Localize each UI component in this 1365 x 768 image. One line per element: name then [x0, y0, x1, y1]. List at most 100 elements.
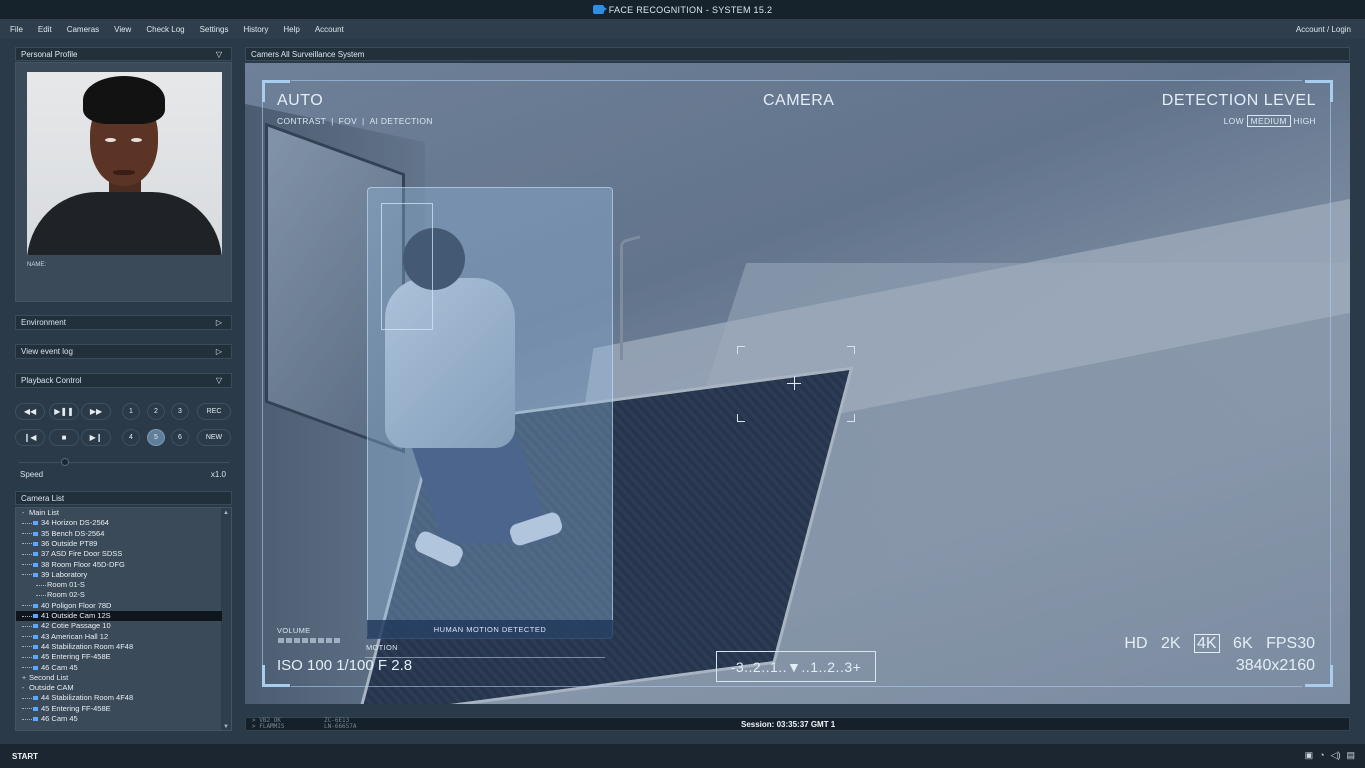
camera-list-item[interactable]: 42 Cotie Passage 10 — [16, 621, 222, 631]
status-codes-left: > VB2_OK > FLAMMIS — [252, 717, 285, 730]
exposure-scale[interactable]: -3..2..1..▼..1..2..3+ — [716, 651, 876, 682]
camera-list-scrollbar[interactable]: ▲ ▼ — [221, 508, 231, 730]
res-hd[interactable]: HD — [1124, 635, 1147, 652]
tree-connector — [22, 533, 32, 535]
menu-view[interactable]: View — [109, 25, 136, 34]
volume-meter — [278, 638, 340, 643]
fast-forward-button[interactable]: ▶▶ — [81, 403, 111, 420]
status-codes-right: ZC-6E13 LN-66657A — [324, 717, 357, 730]
speed-slider-handle[interactable] — [61, 458, 69, 466]
camera-list-item[interactable]: 44 Stabilization Room 4F48 — [16, 642, 222, 652]
taskbar: START ▣ ◔ ◁) ▤ — [0, 744, 1365, 768]
preset-4-button[interactable]: 4 — [122, 429, 140, 446]
tree-connector — [36, 594, 46, 596]
camera-list-item[interactable]: 37 ASD Fire Door SDSS — [16, 549, 222, 559]
menu-account[interactable]: Account — [310, 25, 349, 34]
tree-connector — [22, 553, 32, 555]
camera-list-item-label: 44 Stabilization Room 4F48 — [41, 693, 134, 703]
camera-list-item-label: Main List — [29, 508, 60, 517]
notification-icon[interactable]: ▤ — [1346, 750, 1355, 761]
tree-group[interactable]: - Main List — [16, 508, 222, 518]
menu-edit[interactable]: Edit — [33, 25, 57, 34]
start-button[interactable]: START — [12, 752, 38, 761]
stop-button[interactable]: ■ — [49, 429, 79, 446]
camera-list-item-label: 40 Poligon Floor 78D — [41, 600, 112, 610]
menu-settings[interactable]: Settings — [195, 25, 234, 34]
camera-list-item[interactable]: 45 Entering FF-458E — [16, 652, 222, 662]
menu-check-log[interactable]: Check Log — [141, 25, 189, 34]
camera-list-item[interactable]: 45 Entering FF-458E — [16, 704, 222, 714]
res-2k[interactable]: 2K — [1161, 635, 1181, 652]
camera-list-item[interactable]: 46 Cam 45 — [16, 663, 222, 673]
preset-6-button[interactable]: 6 — [171, 429, 189, 446]
volume-icon[interactable]: ◁) — [1331, 750, 1341, 761]
fov-option[interactable]: FOV — [339, 116, 357, 126]
menu-history[interactable]: History — [239, 25, 274, 34]
camera-list-item[interactable]: 35 Bench DS-2564 — [16, 529, 222, 539]
event-log-section[interactable]: View event log ▷ — [15, 344, 232, 359]
menu-file[interactable]: File — [5, 25, 28, 34]
environment-section[interactable]: Environment ▷ — [15, 315, 232, 330]
tree-group[interactable]: - Outside CAM — [16, 683, 222, 693]
auto-mode-label[interactable]: AUTO — [277, 92, 323, 110]
camera-list-item[interactable]: 40 Poligon Floor 78D — [16, 601, 222, 611]
skip-forward-icon: ▶❙ — [89, 433, 103, 442]
tree-connector — [22, 605, 32, 607]
camera-tray-icon[interactable]: ▣ — [1305, 750, 1314, 761]
expand-triangle-icon[interactable]: ▷ — [216, 318, 222, 327]
status-bar: > VB2_OK > FLAMMIS ZC-6E13 LN-66657A Ses… — [245, 717, 1350, 731]
exposure-settings: ISO 100 1/100 F 2.8 — [277, 657, 413, 674]
camera-list-item[interactable]: 36 Outside PT89 — [16, 539, 222, 549]
camera-list-item[interactable]: 38 Room Floor 45D-DFG — [16, 560, 222, 570]
camera-icon — [33, 665, 38, 670]
camera-list-item[interactable]: 44 Stabilization Room 4F48 — [16, 693, 222, 703]
personal-profile-header[interactable]: Personal Profile ▽ — [15, 47, 232, 61]
camera-list-item[interactable]: 34 Horizon DS-2564 — [16, 518, 222, 528]
camera-icon — [33, 696, 38, 701]
menu-help[interactable]: Help — [278, 25, 304, 34]
skip-back-button[interactable]: ❙◀ — [15, 429, 45, 446]
res-fps30[interactable]: FPS30 — [1266, 635, 1315, 652]
preset-2-button[interactable]: 2 — [147, 403, 165, 420]
preset-3-button[interactable]: 3 — [171, 403, 189, 420]
scroll-down-icon[interactable]: ▼ — [223, 724, 229, 730]
wifi-icon[interactable]: ◔ — [1319, 750, 1324, 761]
collapse-triangle-icon[interactable]: ▽ — [216, 50, 222, 59]
tree-group[interactable]: + Second List — [16, 673, 222, 683]
contrast-option[interactable]: CONTRAST — [277, 116, 326, 126]
preset-1-button[interactable]: 1 — [122, 403, 140, 420]
speed-slider-track[interactable] — [19, 462, 229, 463]
playback-control-section[interactable]: Playback Control ▽ — [15, 373, 232, 388]
collapse-triangle-icon[interactable]: ▽ — [216, 376, 222, 385]
detection-level-options: LOW MEDIUM HIGH — [1224, 115, 1316, 127]
rewind-button[interactable]: ◀◀ — [15, 403, 45, 420]
focus-crosshair — [737, 346, 855, 422]
menu-cameras[interactable]: Cameras — [62, 25, 104, 34]
event-log-label: View event log — [21, 347, 73, 356]
scroll-up-icon[interactable]: ▲ — [223, 510, 229, 516]
tree-subitem[interactable]: Room 01-S — [16, 580, 222, 590]
preset-5-button[interactable]: 5 — [147, 429, 165, 446]
res-4k[interactable]: 4K — [1194, 634, 1220, 653]
camera-list-item[interactable]: 39 Laboratory — [16, 570, 222, 580]
res-6k[interactable]: 6K — [1233, 635, 1253, 652]
camera-list-item-label: 44 Stabilization Room 4F48 — [41, 641, 134, 651]
camera-icon — [33, 572, 38, 577]
ai-detection-option[interactable]: AI DETECTION — [370, 116, 433, 126]
skip-forward-button[interactable]: ▶❙ — [81, 429, 111, 446]
account-login-link[interactable]: Account / Login — [1296, 25, 1351, 34]
camera-list-item[interactable]: 43 American Hall 12 — [16, 632, 222, 642]
level-high[interactable]: HIGH — [1294, 116, 1316, 126]
resolution-size: 3840x2160 — [1235, 657, 1315, 674]
tree-subitem[interactable]: Room 02-S — [16, 590, 222, 600]
level-medium[interactable]: MEDIUM — [1246, 115, 1291, 127]
level-low[interactable]: LOW — [1224, 116, 1244, 126]
play-pause-button[interactable]: ▶❚❚ — [49, 403, 79, 420]
expand-triangle-icon[interactable]: ▷ — [216, 347, 222, 356]
window-title-bar: FACE RECOGNITION - SYSTEM 15.2 — [0, 0, 1365, 19]
camera-feed-viewport[interactable]: HUMAN MOTION DETECTED AUTO CONTRAST | FOV |… — [245, 63, 1350, 704]
camera-list-item[interactable]: 41 Outside Cam 12S — [16, 611, 222, 621]
record-button[interactable]: REC — [197, 403, 231, 420]
camera-list-item[interactable]: 46 Cam 45 — [16, 714, 222, 724]
new-button[interactable]: NEW — [197, 429, 231, 446]
